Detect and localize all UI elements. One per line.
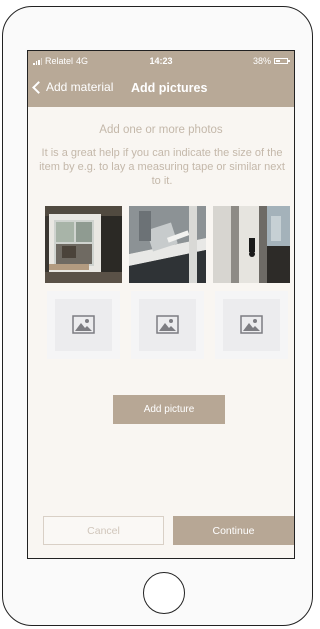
battery-percent: 38% (252, 56, 271, 66)
navigation-bar: Add material Add pictures (28, 71, 294, 107)
status-bar: Relatel 4G 14:23 38% (28, 51, 294, 71)
photo-placeholder[interactable] (213, 289, 290, 366)
back-button[interactable]: Add material (32, 80, 114, 94)
image-placeholder-icon (240, 315, 263, 334)
add-picture-button[interactable]: Add picture (113, 395, 225, 424)
placeholder-inner (55, 299, 112, 351)
battery-level-fill (276, 60, 280, 62)
placeholder-frame (131, 291, 204, 359)
battery-icon (274, 58, 290, 64)
phone-frame: Relatel 4G 14:23 38% Add material Add pi… (2, 6, 313, 626)
photo-thumbnail[interactable] (129, 206, 206, 283)
image-placeholder-icon (156, 315, 179, 334)
photo-window-frame (213, 206, 290, 283)
photo-thumbnail[interactable] (213, 206, 290, 283)
help-text: It is a great help if you can indicate t… (39, 147, 285, 187)
back-button-label: Add material (46, 80, 114, 94)
placeholder-frame (47, 291, 120, 359)
page-title: Add pictures (131, 81, 208, 95)
home-button[interactable] (143, 572, 185, 614)
app-screen: Relatel 4G 14:23 38% Add material Add pi… (27, 50, 295, 559)
status-right: 38% (252, 56, 290, 66)
cancel-button[interactable]: Cancel (43, 516, 164, 545)
photo-placeholder[interactable] (129, 289, 206, 366)
placeholder-inner (223, 299, 280, 351)
section-heading: Add one or more photos (99, 124, 223, 136)
photo-thumbnail[interactable] (45, 206, 122, 283)
photo-window-handle (129, 206, 206, 283)
image-placeholder-icon (72, 315, 95, 334)
photo-placeholder[interactable] (45, 289, 122, 366)
placeholder-inner (139, 299, 196, 351)
chevron-left-icon (32, 80, 45, 94)
photo-window-open (45, 206, 122, 283)
placeholder-frame (215, 291, 288, 359)
continue-button[interactable]: Continue (173, 516, 294, 545)
